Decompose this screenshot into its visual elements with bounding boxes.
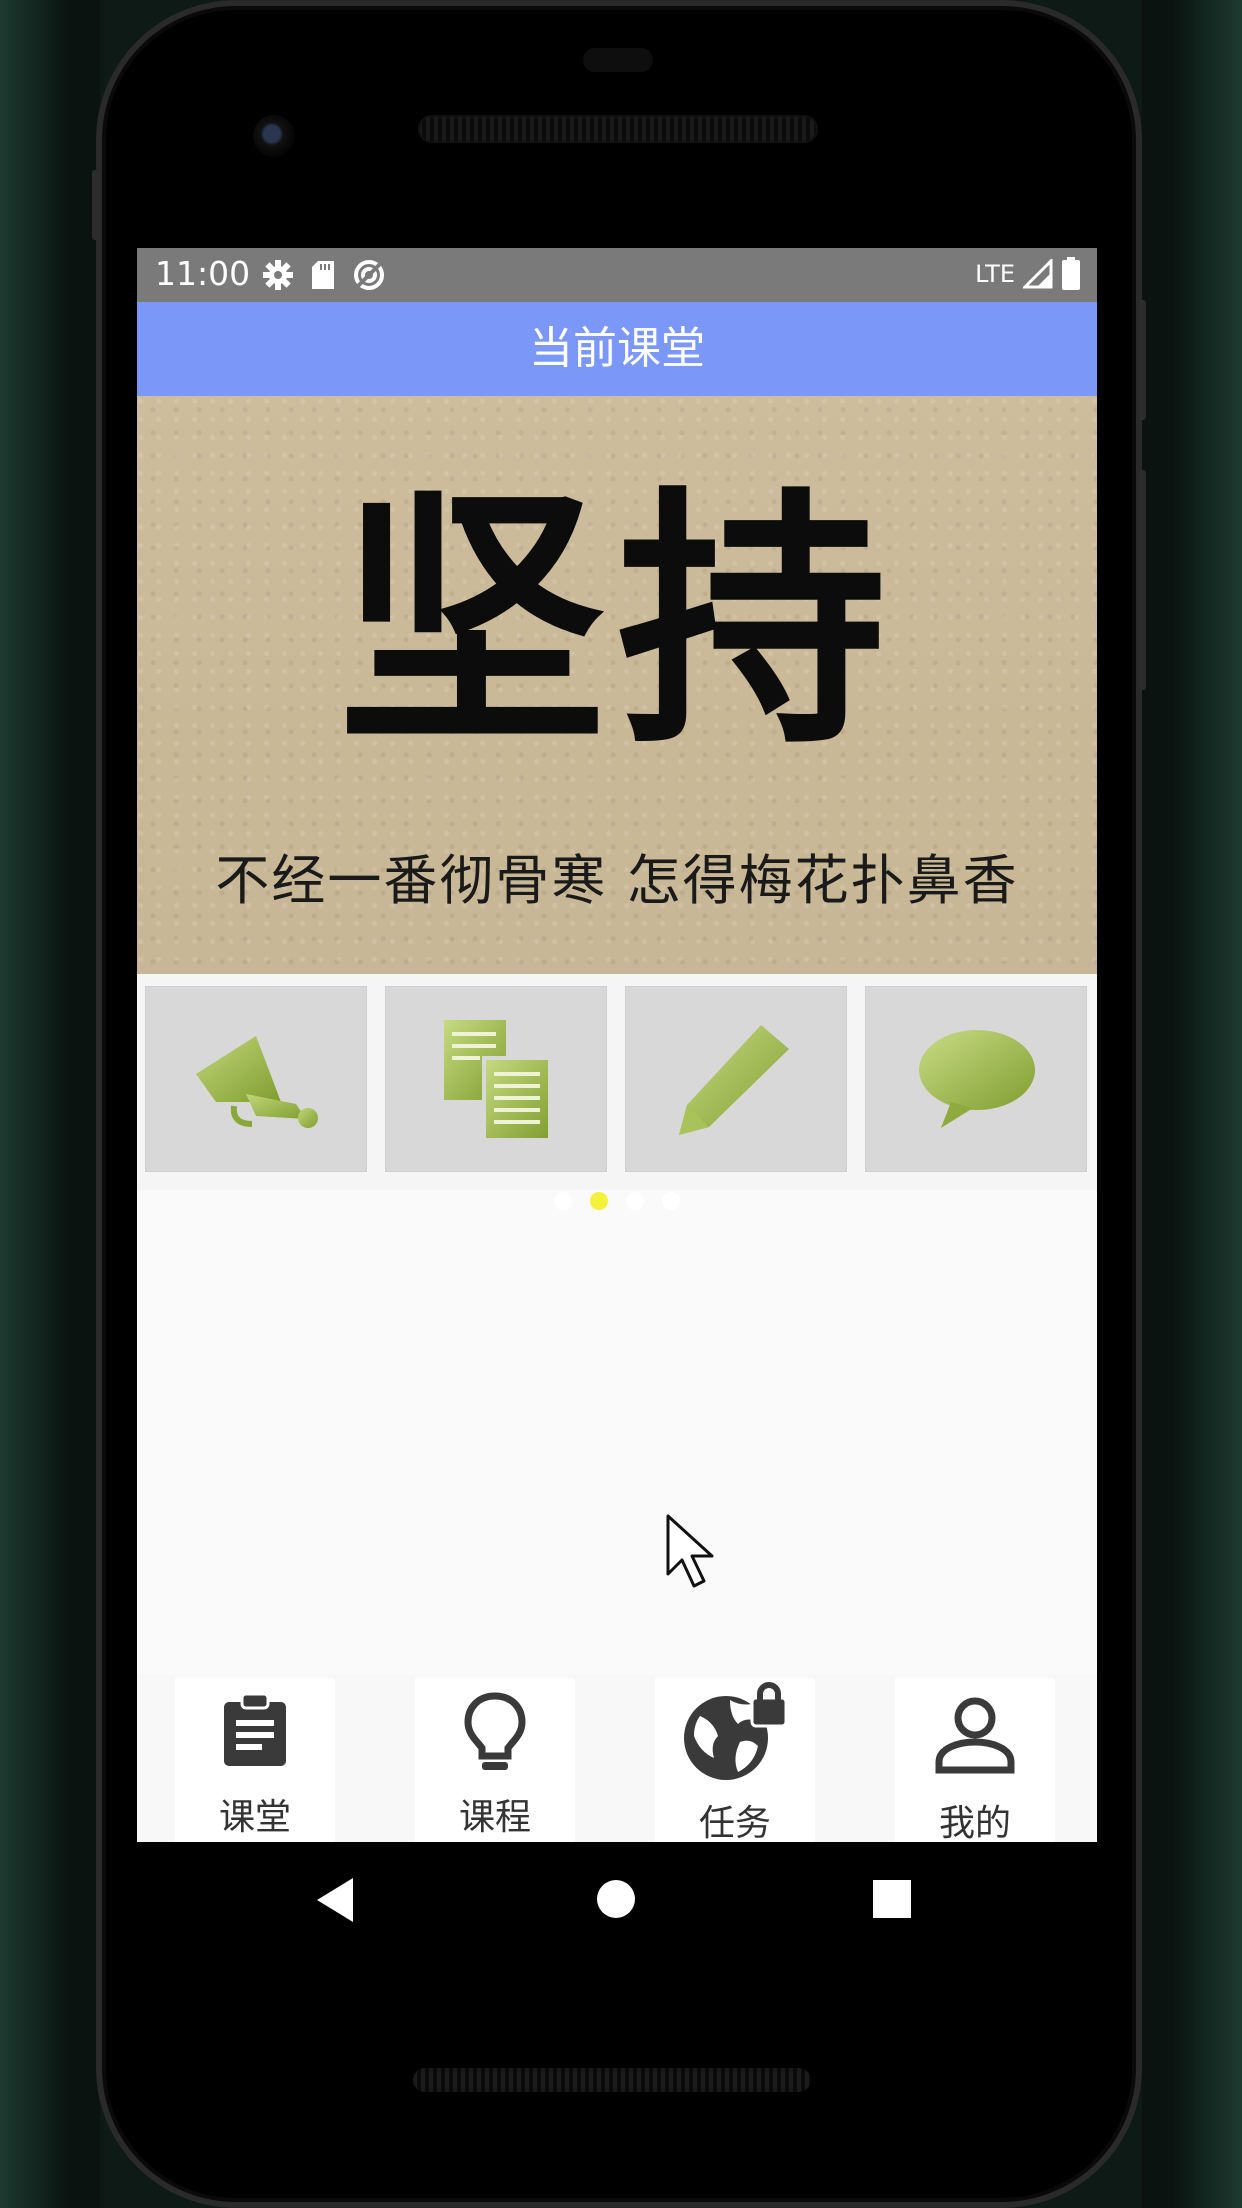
documents-icon [444, 1020, 552, 1142]
earpiece-speaker [418, 115, 818, 143]
background-left [0, 0, 100, 2208]
banner-sub-wrap: 不经一番彻骨寒 怎得梅花扑鼻香 [137, 396, 1097, 974]
carousel-dot[interactable] [554, 1192, 572, 1210]
nav-label-tasks: 任务 [698, 1803, 771, 1842]
nav-label-classroom: 课堂 [218, 1797, 291, 1838]
battery-icon [1062, 257, 1080, 290]
nav-item-mine[interactable]: 我的 [895, 1678, 1055, 1842]
side-button [92, 170, 100, 240]
power-button [1138, 300, 1146, 420]
status-right: LTE [975, 257, 1081, 291]
status-time: 11:00 [155, 254, 251, 293]
proximity-sensor [583, 48, 653, 72]
quick-action-edit[interactable] [625, 986, 847, 1172]
megaphone-icon [196, 1036, 318, 1128]
title-bar: 当前课堂 [137, 302, 1097, 396]
quick-action-documents[interactable] [385, 986, 607, 1172]
system-navigation-bar [137, 1842, 1097, 1960]
pencil-icon [679, 1025, 789, 1135]
recents-icon[interactable] [873, 1880, 911, 1918]
background-right [1142, 0, 1242, 2208]
carousel-dot[interactable] [626, 1192, 644, 1210]
nav-item-courses[interactable]: 课程 [415, 1678, 575, 1842]
sd-card-icon [312, 261, 334, 289]
page-title: 当前课堂 [529, 323, 705, 374]
home-icon[interactable] [597, 1880, 635, 1918]
banner-carousel[interactable]: 坚持 不经一番彻骨寒 怎得梅花扑鼻香 [137, 396, 1097, 974]
quick-actions [137, 974, 1097, 1190]
nav-label-courses: 课程 [458, 1797, 531, 1838]
back-icon[interactable] [317, 1878, 353, 1922]
lightbulb-icon [464, 1692, 526, 1770]
nav-item-classroom[interactable]: 课堂 [175, 1678, 335, 1842]
globe-lock-icon [684, 1682, 788, 1780]
banner-sub-text: 不经一番彻骨寒 怎得梅花扑鼻香 [215, 849, 1019, 912]
clipboard-icon [224, 1692, 286, 1766]
status-icons [262, 257, 386, 293]
nav-item-tasks[interactable]: 任务 [655, 1678, 815, 1842]
quick-action-discussion[interactable] [865, 986, 1087, 1172]
carousel-dot[interactable] [662, 1192, 680, 1210]
signal-icon [1023, 259, 1053, 289]
quick-action-announcement[interactable] [145, 986, 367, 1172]
mouse-cursor-icon [666, 1514, 714, 1588]
app-screen: 11:00 LTE 当前课堂 坚持 不经一番彻骨寒 怎得梅花扑鼻香 课堂 课程 … [137, 248, 1097, 1842]
bottom-speaker [413, 2068, 811, 2092]
bottom-navigation: 课堂 课程 任务 我的 [137, 1674, 1097, 1842]
chat-bubble-icon [919, 1030, 1035, 1128]
sync-icon [354, 260, 384, 290]
volume-button [1138, 470, 1146, 690]
carousel-dot-active[interactable] [590, 1192, 608, 1210]
front-camera [253, 115, 295, 157]
network-label: LTE [975, 260, 1015, 288]
nav-label-mine: 我的 [938, 1803, 1011, 1842]
settings-icon [263, 260, 293, 290]
carousel-indicator [137, 1192, 1097, 1212]
person-icon [935, 1697, 1015, 1774]
status-bar: 11:00 LTE [137, 248, 1097, 302]
